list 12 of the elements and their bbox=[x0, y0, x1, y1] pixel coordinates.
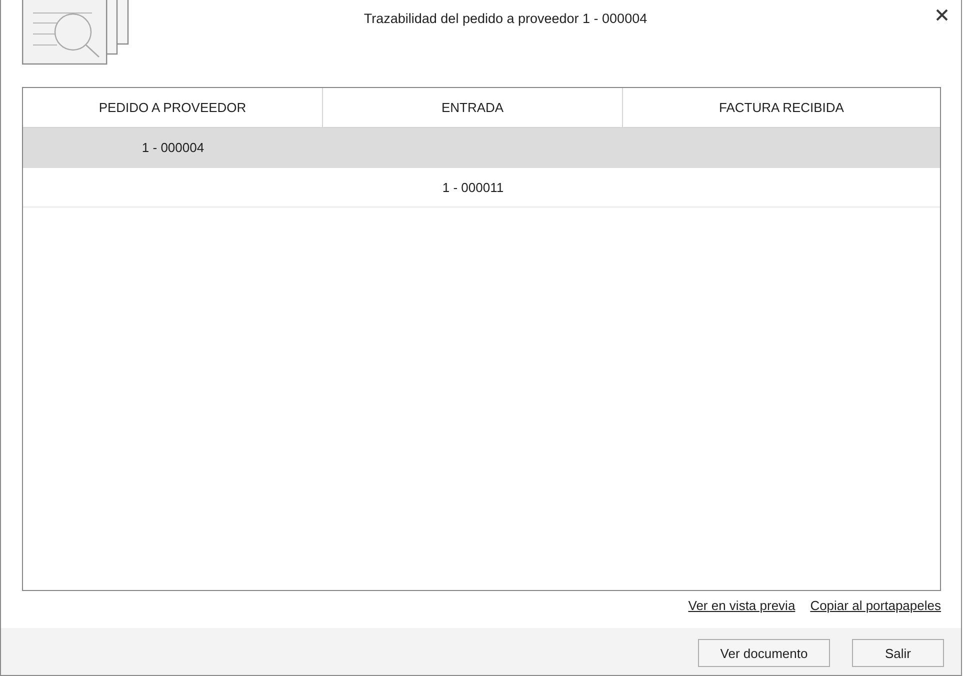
view-document-button[interactable]: Ver documento bbox=[698, 639, 830, 667]
column-header: PEDIDO A PROVEEDOR bbox=[23, 88, 323, 127]
window-title: Trazabilidad del pedido a proveedor 1 - 000004 bbox=[364, 11, 648, 27]
text-link[interactable]: Copiar al portapapeles bbox=[810, 597, 941, 614]
text-link[interactable]: Ver en vista previa bbox=[688, 597, 796, 614]
table-cell: 1 - 000011 bbox=[442, 180, 504, 194]
column-header: ENTRADA bbox=[323, 88, 623, 127]
table-row[interactable]: 1 - 000004 bbox=[23, 128, 940, 168]
table-cell: 1 - 000004 bbox=[142, 140, 204, 154]
close-icon[interactable] bbox=[936, 9, 948, 21]
exit-button[interactable]: Salir bbox=[852, 639, 944, 667]
column-header: FACTURA RECIBIDA bbox=[718, 99, 845, 117]
